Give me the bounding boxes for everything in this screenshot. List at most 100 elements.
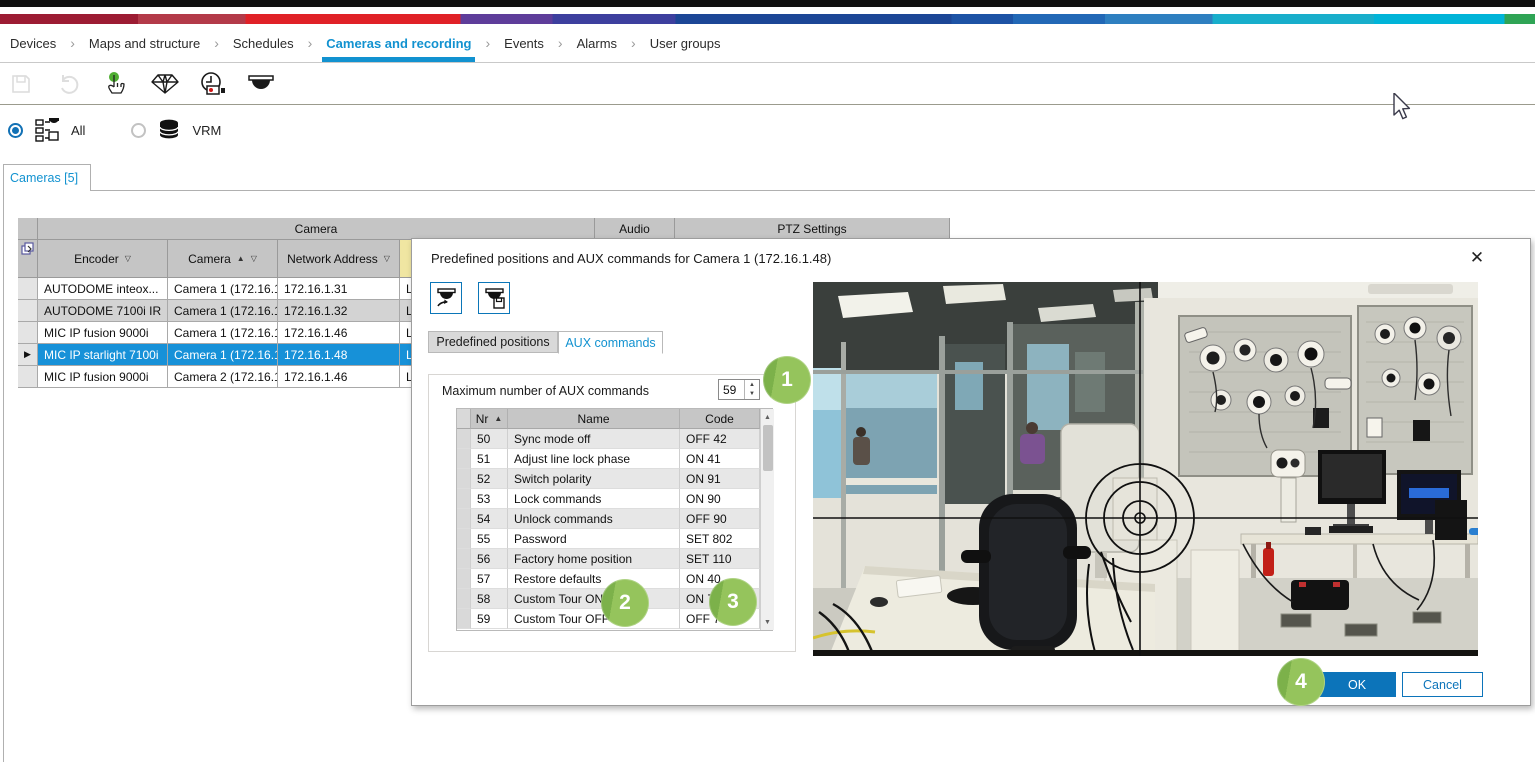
tab-aux-commands[interactable]: AUX commands bbox=[558, 331, 663, 354]
save-position-button[interactable] bbox=[478, 282, 510, 314]
cell-ip[interactable]: 172.16.1.31 bbox=[278, 278, 400, 300]
row-selector[interactable] bbox=[18, 322, 38, 344]
aux-row-selector[interactable] bbox=[457, 589, 471, 609]
aux-row-selector[interactable] bbox=[457, 429, 471, 449]
column-header-network-address[interactable]: Network Address▽ bbox=[278, 240, 400, 278]
aux-nr[interactable]: 55 bbox=[471, 529, 508, 549]
scheduled-recording-button[interactable] bbox=[198, 69, 228, 99]
aux-nr[interactable]: 52 bbox=[471, 469, 508, 489]
camera-live-preview[interactable] bbox=[813, 282, 1478, 656]
manual-assign-button[interactable] bbox=[102, 69, 132, 99]
breadcrumb-schedules[interactable]: Schedules bbox=[229, 24, 298, 62]
aux-nr[interactable]: 58 bbox=[471, 589, 508, 609]
aux-name[interactable]: Switch polarity bbox=[508, 469, 680, 489]
aux-nr[interactable]: 54 bbox=[471, 509, 508, 529]
cell-camera[interactable]: Camera 1 (172.16.1.... bbox=[168, 278, 278, 300]
cell-ip[interactable]: 172.16.1.32 bbox=[278, 300, 400, 322]
row-selector[interactable] bbox=[18, 366, 38, 388]
aux-nr[interactable]: 59 bbox=[471, 609, 508, 629]
cell-camera[interactable]: Camera 1 (172.16.1.... bbox=[168, 322, 278, 344]
aux-code[interactable]: OFF 90 bbox=[680, 509, 760, 529]
filter-icon[interactable]: ▽ bbox=[384, 254, 390, 263]
chevron-right-icon: › bbox=[621, 35, 646, 51]
aux-name[interactable]: Custom Tour OFF bbox=[508, 609, 680, 629]
column-header-encoder[interactable]: Encoder▽ bbox=[38, 240, 168, 278]
spinner-down-icon[interactable]: ▼ bbox=[745, 390, 759, 400]
aux-header-nr[interactable]: Nr▲ bbox=[471, 409, 508, 429]
row-selector[interactable] bbox=[18, 300, 38, 322]
breadcrumb-user-groups[interactable]: User groups bbox=[646, 24, 725, 62]
aux-code[interactable]: ON 90 bbox=[680, 489, 760, 509]
aux-name[interactable]: Adjust line lock phase bbox=[508, 449, 680, 469]
tab-predefined-positions[interactable]: Predefined positions bbox=[428, 331, 558, 353]
aux-code[interactable]: ON 91 bbox=[680, 469, 760, 489]
aux-row-selector[interactable] bbox=[457, 489, 471, 509]
aux-code[interactable]: OFF 42 bbox=[680, 429, 760, 449]
aux-name[interactable]: Custom Tour ON bbox=[508, 589, 680, 609]
filter-icon[interactable]: ▽ bbox=[251, 254, 257, 263]
aux-row-selector[interactable] bbox=[457, 609, 471, 629]
breadcrumb-maps-and-structure[interactable]: Maps and structure bbox=[85, 24, 204, 62]
cancel-button[interactable]: Cancel bbox=[1402, 672, 1483, 697]
aux-name[interactable]: Password bbox=[508, 529, 680, 549]
cell-camera[interactable]: Camera 1 (172.16.1.... bbox=[168, 300, 278, 322]
aux-code[interactable]: SET 110 bbox=[680, 549, 760, 569]
breadcrumb-events[interactable]: Events bbox=[500, 24, 548, 62]
aux-code[interactable]: ON 41 bbox=[680, 449, 760, 469]
aux-name[interactable]: Factory home position bbox=[508, 549, 680, 569]
aux-table-scrollbar[interactable]: ▲ ▼ bbox=[760, 409, 774, 630]
aux-row-selector[interactable] bbox=[457, 569, 471, 589]
cell-ip-selected[interactable]: 172.16.1.48 bbox=[278, 344, 400, 366]
aux-nr[interactable]: 51 bbox=[471, 449, 508, 469]
undo-button[interactable] bbox=[54, 69, 84, 99]
aux-nr[interactable]: 50 bbox=[471, 429, 508, 449]
filter-icon[interactable]: ▽ bbox=[125, 254, 131, 263]
aux-header-name[interactable]: Name bbox=[508, 409, 680, 429]
max-aux-value[interactable]: 59 bbox=[719, 380, 744, 399]
aux-code[interactable]: SET 802 bbox=[680, 529, 760, 549]
aux-nr[interactable]: 53 bbox=[471, 489, 508, 509]
breadcrumb-alarms[interactable]: Alarms bbox=[573, 24, 621, 62]
aux-row-selector[interactable] bbox=[457, 509, 471, 529]
stream-quality-button[interactable] bbox=[150, 69, 180, 99]
aux-name[interactable]: Restore defaults bbox=[508, 569, 680, 589]
ok-button[interactable]: OK bbox=[1318, 672, 1396, 697]
cell-camera-selected[interactable]: Camera 1 (172.16.1.... bbox=[168, 344, 278, 366]
row-selector-current[interactable]: ▶ bbox=[18, 344, 38, 366]
aux-name[interactable]: Unlock commands bbox=[508, 509, 680, 529]
aux-name[interactable]: Lock commands bbox=[508, 489, 680, 509]
tab-cameras[interactable]: Cameras [5] bbox=[3, 164, 91, 191]
cell-camera[interactable]: Camera 2 (172.16.1.... bbox=[168, 366, 278, 388]
aux-row-selector[interactable] bbox=[457, 529, 471, 549]
radio-all[interactable] bbox=[8, 123, 23, 138]
scroll-up-icon[interactable]: ▲ bbox=[764, 409, 771, 425]
ptz-move-button[interactable] bbox=[430, 282, 462, 314]
cell-encoder[interactable]: AUTODOME inteox... bbox=[38, 278, 168, 300]
scroll-down-icon[interactable]: ▼ bbox=[764, 614, 771, 630]
cell-encoder[interactable]: MIC IP fusion 9000i bbox=[38, 322, 168, 344]
row-selector[interactable] bbox=[18, 278, 38, 300]
cell-ip[interactable]: 172.16.1.46 bbox=[278, 366, 400, 388]
breadcrumb-cameras-and-recording[interactable]: Cameras and recording bbox=[322, 24, 475, 62]
dome-camera-button[interactable] bbox=[246, 69, 276, 99]
aux-header-code[interactable]: Code bbox=[680, 409, 760, 429]
cell-encoder[interactable]: AUTODOME 7100i IR bbox=[38, 300, 168, 322]
cell-ip[interactable]: 172.16.1.46 bbox=[278, 322, 400, 344]
select-all-icon[interactable] bbox=[21, 242, 35, 256]
cell-encoder-selected[interactable]: MIC IP starlight 7100i bbox=[38, 344, 168, 366]
cell-encoder[interactable]: MIC IP fusion 9000i bbox=[38, 366, 168, 388]
max-aux-spinner[interactable]: 59 ▲ ▼ bbox=[718, 379, 760, 400]
close-icon[interactable]: ✕ bbox=[1464, 245, 1490, 271]
scrollbar-thumb[interactable] bbox=[763, 425, 773, 471]
aux-row-selector[interactable] bbox=[457, 449, 471, 469]
save-button[interactable] bbox=[6, 69, 36, 99]
aux-row-selector[interactable] bbox=[457, 469, 471, 489]
column-header-camera[interactable]: Camera▲▽ bbox=[168, 240, 278, 278]
radio-vrm[interactable] bbox=[131, 123, 146, 138]
aux-name[interactable]: Sync mode off bbox=[508, 429, 680, 449]
aux-row-selector[interactable] bbox=[457, 549, 471, 569]
aux-nr[interactable]: 56 bbox=[471, 549, 508, 569]
aux-nr[interactable]: 57 bbox=[471, 569, 508, 589]
breadcrumb-devices[interactable]: Devices bbox=[6, 24, 60, 62]
spinner-up-icon[interactable]: ▲ bbox=[745, 380, 759, 390]
